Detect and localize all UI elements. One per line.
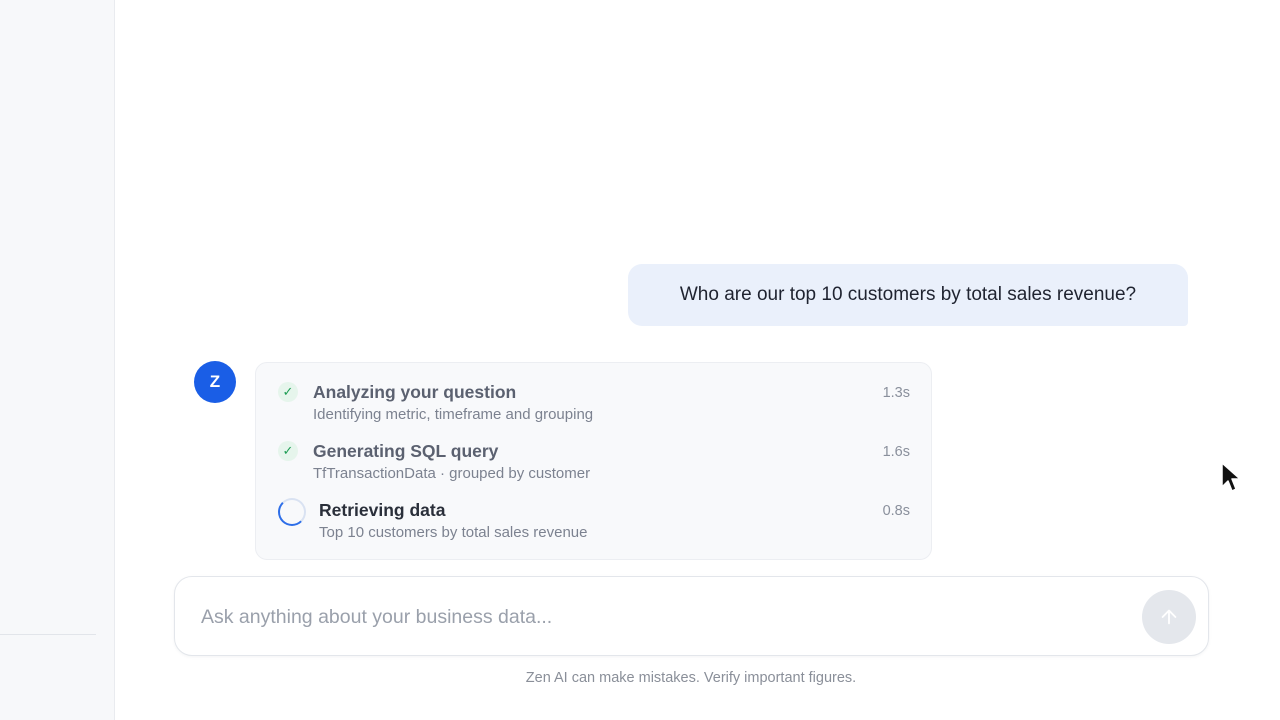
step-duration: 1.6s xyxy=(882,444,910,460)
user-message-text: Who are our top 10 customers by total sa… xyxy=(679,284,1137,305)
composer xyxy=(174,576,1209,656)
chat-input[interactable] xyxy=(201,601,1101,633)
step-description: Identifying metric, timeframe and groupi… xyxy=(313,406,594,423)
step-analyzing: ✓ Analyzing your question Identifying me… xyxy=(256,363,931,423)
send-button[interactable] xyxy=(1142,590,1196,644)
check-icon: ✓ xyxy=(278,382,298,402)
avatar-letter: Z xyxy=(209,372,221,391)
sidebar-divider xyxy=(0,634,96,635)
arrow-up-icon xyxy=(1161,609,1177,625)
mouse-cursor-icon xyxy=(1221,462,1241,492)
step-title: Analyzing your question xyxy=(313,382,517,402)
step-generating-sql: ✓ Generating SQL query TfTransactionData… xyxy=(256,422,931,482)
assistant-avatar: Z xyxy=(194,361,236,403)
sidebar xyxy=(0,0,115,720)
step-title: Generating SQL query xyxy=(313,441,499,461)
spinner-icon xyxy=(278,498,306,526)
check-icon: ✓ xyxy=(278,441,298,461)
step-description: TfTransactionData · grouped by customer xyxy=(313,465,591,482)
step-duration: 0.8s xyxy=(882,503,910,519)
step-duration: 1.3s xyxy=(882,385,910,401)
step-retrieving-data: Retrieving data Top 10 customers by tota… xyxy=(256,481,931,557)
user-message-bubble: Who are our top 10 customers by total sa… xyxy=(628,264,1188,326)
assistant-progress-card: ✓ Analyzing your question Identifying me… xyxy=(255,362,932,560)
disclaimer-text: Zen AI can make mistakes. Verify importa… xyxy=(525,670,857,686)
step-description: Top 10 customers by total sales revenue xyxy=(319,524,588,541)
chat-main: Who are our top 10 customers by total sa… xyxy=(116,0,1280,720)
app-window: Who are our top 10 customers by total sa… xyxy=(0,0,1280,720)
step-title: Retrieving data xyxy=(319,500,446,520)
